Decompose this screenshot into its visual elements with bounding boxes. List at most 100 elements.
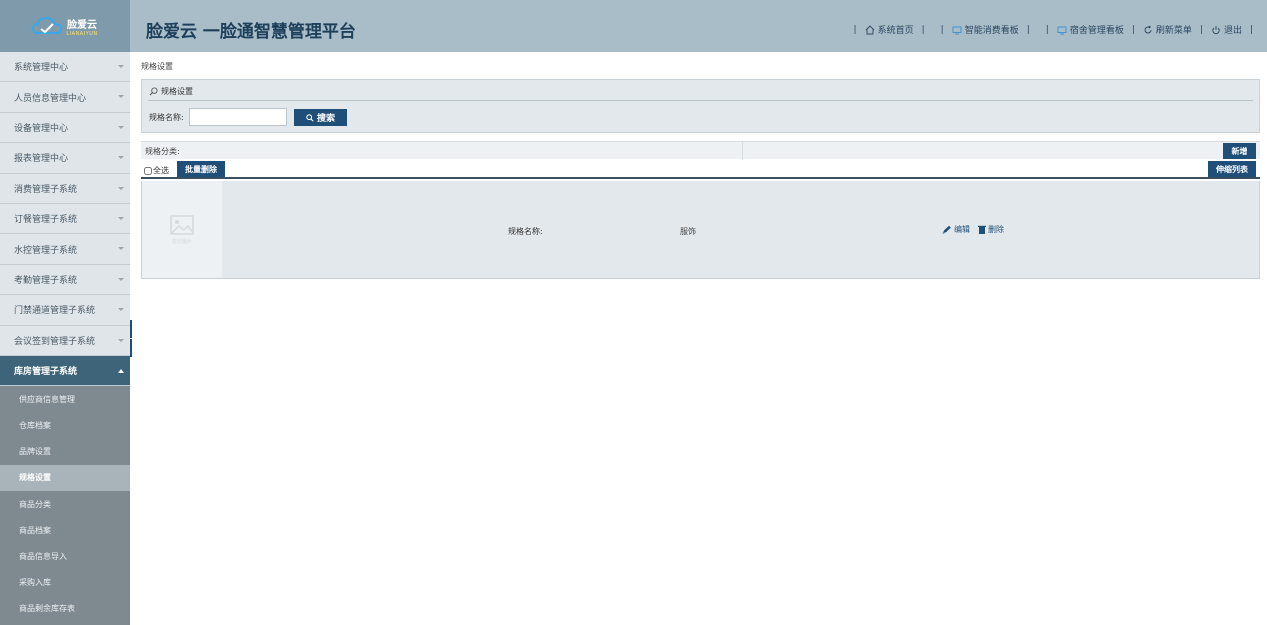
monitor-icon (1057, 26, 1067, 34)
image-placeholder-icon: 暂无图片 (170, 214, 194, 245)
refresh-icon (1144, 24, 1152, 33)
delete-label: 删除 (988, 225, 1004, 234)
nav-dorm-board-label: 宿舍管理看板 (1069, 26, 1124, 36)
nav-separator: | (1199, 24, 1203, 35)
toggle-list-button[interactable]: 伸缩列表 (1208, 161, 1256, 177)
batch-delete-button[interactable]: 批量删除 (177, 161, 225, 177)
sidebar-menu-label: 设备管理中心 (14, 123, 69, 134)
chevron-down-icon (118, 125, 124, 129)
sidebar-menu-label: 门禁通道管理子系统 (14, 306, 96, 317)
sidebar-item-label: 商品剩余库存表 (19, 604, 75, 614)
nav-separator: | (940, 24, 944, 35)
nav-consumption-board[interactable]: 智能消费看板 (952, 23, 1019, 36)
sidebar-item-label: 商品信息导入 (19, 552, 67, 562)
sidebar-collapse-handle[interactable] (130, 339, 132, 357)
search-button[interactable]: 搜索 (294, 109, 347, 126)
app-title: 脸爱云 一脸通智慧管理平台 (146, 22, 356, 42)
search-icon (306, 113, 314, 122)
cloud-logo-icon (32, 16, 63, 36)
sidebar-menu-label: 库房管理子系统 (14, 367, 78, 378)
nav-refresh-menu-label: 刷新菜单 (1155, 26, 1192, 36)
add-button[interactable]: 新增 (1223, 143, 1256, 159)
nav-home[interactable]: 系统首页 (865, 23, 914, 36)
chevron-down-icon (118, 308, 124, 312)
divider (742, 142, 743, 160)
search-icon (149, 87, 158, 96)
sidebar-menu-personnel[interactable]: 人员信息管理中心 (0, 82, 130, 113)
sidebar-menu-label: 报表管理中心 (14, 154, 69, 165)
sidebar-item-spec[interactable]: 规格设置 (0, 464, 130, 492)
sidebar-menu-label: 会议签到管理子系统 (14, 336, 96, 347)
sidebar-item-warehouse-archive[interactable]: 仓库档案 (0, 412, 130, 438)
chevron-up-icon (118, 368, 124, 373)
category-bar: 规格分类: 新增 (141, 141, 1260, 160)
sidebar-menu-meeting[interactable]: 会议签到管理子系统 (0, 325, 130, 356)
chevron-down-icon (118, 95, 124, 99)
search-panel-title: 规格设置 (161, 87, 193, 96)
sidebar-item-product-import[interactable]: 商品信息导入 (0, 543, 130, 569)
spec-name-label: 规格名称: (149, 113, 184, 122)
sidebar-menu-label: 系统管理中心 (14, 63, 69, 74)
sidebar-item-label: 商品档案 (19, 525, 51, 535)
nav-home-label: 系统首页 (877, 26, 914, 36)
breadcrumb: 规格设置 (141, 62, 173, 71)
sidebar-collapse-handle[interactable] (130, 320, 132, 338)
sidebar-menu-access[interactable]: 门禁通道管理子系统 (0, 295, 130, 326)
chevron-down-icon (118, 338, 124, 342)
nav-logout[interactable]: 退出 (1211, 23, 1242, 36)
nav-separator: | (1131, 24, 1135, 35)
nav-separator: | (1249, 24, 1253, 35)
sidebar-item-label: 品牌设置 (19, 447, 51, 457)
sidebar-menu-consumption[interactable]: 消费管理子系统 (0, 173, 130, 204)
edit-button[interactable]: 编辑 (942, 224, 970, 235)
power-icon (1212, 25, 1220, 34)
sidebar-menu-label: 订餐管理子系统 (14, 215, 78, 226)
sidebar-menu-warehouse[interactable]: 库房管理子系统 (0, 355, 130, 387)
select-all-checkbox[interactable] (144, 166, 152, 175)
sidebar-item-label: 商品分类 (19, 499, 51, 509)
row-actions: 编辑 删除 (942, 224, 1004, 235)
chevron-down-icon (118, 247, 124, 251)
list-toolbar: 全选 批量删除 伸缩列表 (141, 160, 1260, 179)
nav-consumption-board-label: 智能消费看板 (964, 26, 1019, 36)
sidebar-menu-water[interactable]: 水控管理子系统 (0, 234, 130, 265)
chevron-down-icon (118, 186, 124, 190)
sidebar-item-stock-report[interactable]: 商品剩余库存表 (0, 596, 130, 622)
search-panel: 规格设置 规格名称: 搜索 (141, 79, 1260, 133)
sidebar: 系统管理中心 人员信息管理中心 设备管理中心 报表管理中心 消费管理子系统 订餐… (0, 52, 130, 625)
select-all-label: 全选 (153, 166, 169, 175)
logo-subtitle: LIANAIYUN (66, 30, 98, 37)
sidebar-item-supplier[interactable]: 供应商信息管理 (0, 386, 130, 412)
sidebar-item-label: 采购入库 (19, 578, 51, 588)
nav-refresh-menu[interactable]: 刷新菜单 (1143, 23, 1192, 36)
divider (148, 100, 1253, 101)
chevron-down-icon (118, 156, 124, 160)
sidebar-menu-ordering[interactable]: 订餐管理子系统 (0, 203, 130, 235)
delete-button[interactable]: 删除 (978, 224, 1004, 235)
nav-separator: | (921, 24, 925, 35)
sidebar-menu-label: 消费管理子系统 (14, 184, 78, 195)
sidebar-item-brand[interactable]: 品牌设置 (0, 439, 130, 465)
select-all[interactable]: 全选 (144, 165, 169, 176)
edit-icon (942, 225, 951, 234)
chevron-down-icon (118, 65, 124, 68)
spec-thumbnail: 暂无图片 (142, 181, 222, 278)
sidebar-item-label: 供应商信息管理 (19, 394, 75, 404)
nav-dorm-board[interactable]: 宿舍管理看板 (1057, 23, 1124, 36)
row-spec-name-value: 服饰 (680, 227, 696, 236)
sidebar-menu-label: 水控管理子系统 (14, 245, 78, 256)
nav-separator: | (853, 24, 857, 35)
category-label: 规格分类: (145, 147, 180, 156)
sidebar-menu-attendance[interactable]: 考勤管理子系统 (0, 264, 130, 296)
sidebar-item-purchase-in[interactable]: 采购入库 (0, 570, 130, 596)
nav-separator: | (1026, 24, 1030, 35)
sidebar-item-label: 仓库档案 (19, 421, 51, 431)
list-item: 暂无图片 规格名称: 服饰 编辑 删除 (141, 181, 1260, 279)
sidebar-item-category[interactable]: 商品分类 (0, 491, 130, 517)
sidebar-menu-report[interactable]: 报表管理中心 (0, 143, 130, 174)
logo[interactable]: 脸爱云 LIANAIYUN (0, 0, 130, 52)
sidebar-menu-device[interactable]: 设备管理中心 (0, 112, 130, 144)
spec-name-input[interactable] (189, 108, 287, 126)
sidebar-menu-system[interactable]: 系统管理中心 (0, 52, 130, 83)
sidebar-item-product-archive[interactable]: 商品档案 (0, 517, 130, 543)
